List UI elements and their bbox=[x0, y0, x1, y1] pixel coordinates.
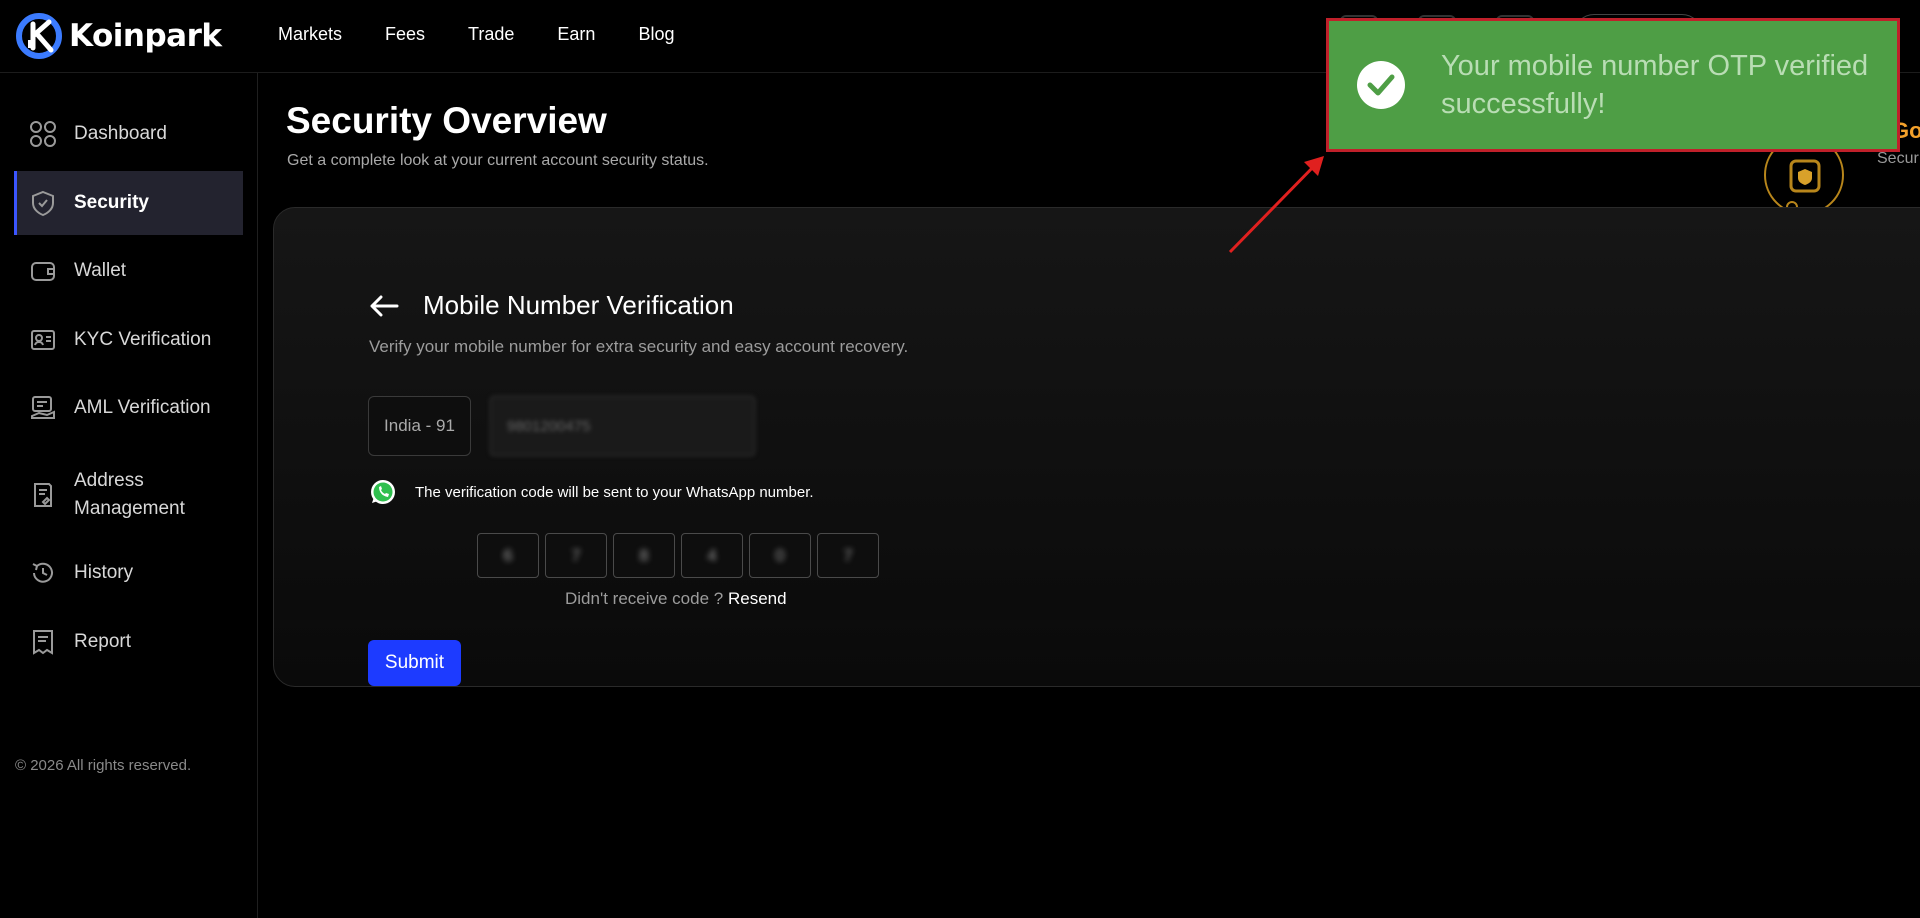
sidebar-item-wallet[interactable]: Wallet bbox=[14, 239, 243, 303]
sidebar-item-label: Report bbox=[74, 631, 132, 652]
verification-title: Mobile Number Verification bbox=[423, 290, 734, 320]
sidebar-item-report[interactable]: Report bbox=[14, 610, 243, 674]
otp-digit-value: 6 bbox=[503, 545, 513, 565]
shield-icon bbox=[28, 188, 58, 218]
grid-icon bbox=[28, 119, 58, 149]
otp-digit-value: 7 bbox=[571, 545, 581, 565]
aml-icon bbox=[28, 393, 58, 423]
security-status-sublabel: Secur bbox=[1877, 150, 1919, 167]
resend-row: Didn't receive code ? Resend bbox=[565, 589, 787, 609]
verification-header: Mobile Number Verification bbox=[369, 290, 734, 321]
sidebar-item-label: Wallet bbox=[74, 260, 127, 281]
wallet-icon bbox=[28, 256, 58, 286]
sidebar-item-dashboard[interactable]: Dashboard bbox=[14, 102, 243, 166]
copyright-text: © 2026 All rights reserved. bbox=[15, 757, 192, 774]
back-arrow-icon[interactable] bbox=[369, 294, 399, 318]
history-icon bbox=[28, 558, 58, 588]
sidebar-item-label: AML Verification bbox=[74, 397, 211, 418]
nav-earn[interactable]: Earn bbox=[557, 24, 595, 45]
sidebar-item-label: Address Management bbox=[74, 470, 185, 519]
nav-blog[interactable]: Blog bbox=[638, 24, 674, 45]
page-subtitle: Get a complete look at your current acco… bbox=[287, 152, 709, 169]
otp-input-group: 6 7 8 4 0 7 bbox=[477, 533, 885, 578]
nav-fees[interactable]: Fees bbox=[385, 24, 425, 45]
sidebar-item-security[interactable]: Security bbox=[14, 171, 243, 235]
whatsapp-icon bbox=[369, 478, 397, 506]
sidebar-item-aml[interactable]: AML Verification bbox=[14, 376, 243, 440]
otp-digit-input[interactable]: 4 bbox=[681, 533, 743, 578]
whatsapp-notice: The verification code will be sent to yo… bbox=[369, 478, 814, 506]
sidebar-item-label: Dashboard bbox=[74, 123, 167, 144]
country-code-select[interactable]: India - 91 bbox=[368, 396, 471, 456]
otp-digit-input[interactable]: 6 bbox=[477, 533, 539, 578]
shield-lock-icon bbox=[1789, 159, 1821, 193]
report-icon bbox=[28, 627, 58, 657]
sidebar: Dashboard Security Wallet KYC Verificati… bbox=[0, 73, 258, 918]
otp-digit-input[interactable]: 7 bbox=[817, 533, 879, 578]
id-card-icon bbox=[28, 325, 58, 355]
sidebar-item-kyc[interactable]: KYC Verification bbox=[14, 308, 243, 372]
otp-digit-input[interactable]: 0 bbox=[749, 533, 811, 578]
annotation-arrow-icon bbox=[1228, 156, 1324, 254]
sidebar-item-label: KYC Verification bbox=[74, 329, 212, 350]
toast-message: Your mobile number OTP verified successf… bbox=[1441, 50, 1869, 120]
brand-name: Koinpark bbox=[69, 18, 222, 54]
main-nav: Markets Fees Trade Earn Blog bbox=[278, 24, 717, 45]
phone-number-input[interactable] bbox=[490, 396, 755, 456]
whatsapp-notice-text: The verification code will be sent to yo… bbox=[415, 483, 814, 501]
success-toast: Your mobile number OTP verified successf… bbox=[1326, 18, 1900, 152]
otp-digit-value: 4 bbox=[707, 545, 717, 565]
sidebar-item-history[interactable]: History bbox=[14, 541, 243, 605]
page-title: Security Overview bbox=[286, 100, 607, 141]
resend-link[interactable]: Resend bbox=[728, 589, 787, 608]
otp-digit-input[interactable]: 8 bbox=[613, 533, 675, 578]
otp-digit-value: 0 bbox=[775, 545, 785, 565]
sidebar-item-label: History bbox=[74, 562, 134, 583]
nav-trade[interactable]: Trade bbox=[468, 24, 514, 45]
brand-logo[interactable]: Koinpark bbox=[15, 12, 222, 60]
address-book-icon bbox=[28, 480, 58, 510]
koinpark-logo-icon bbox=[15, 12, 67, 60]
nav-markets[interactable]: Markets bbox=[278, 24, 342, 45]
check-circle-icon bbox=[1357, 61, 1405, 109]
submit-button[interactable]: Submit bbox=[368, 640, 461, 686]
otp-digit-input[interactable]: 7 bbox=[545, 533, 607, 578]
otp-digit-value: 7 bbox=[843, 545, 853, 565]
sidebar-item-label: Security bbox=[74, 192, 149, 213]
sidebar-item-address-management[interactable]: Address Management bbox=[14, 455, 243, 535]
resend-prompt: Didn't receive code ? bbox=[565, 589, 724, 608]
otp-digit-value: 8 bbox=[639, 545, 649, 565]
verification-subtitle: Verify your mobile number for extra secu… bbox=[369, 337, 909, 356]
